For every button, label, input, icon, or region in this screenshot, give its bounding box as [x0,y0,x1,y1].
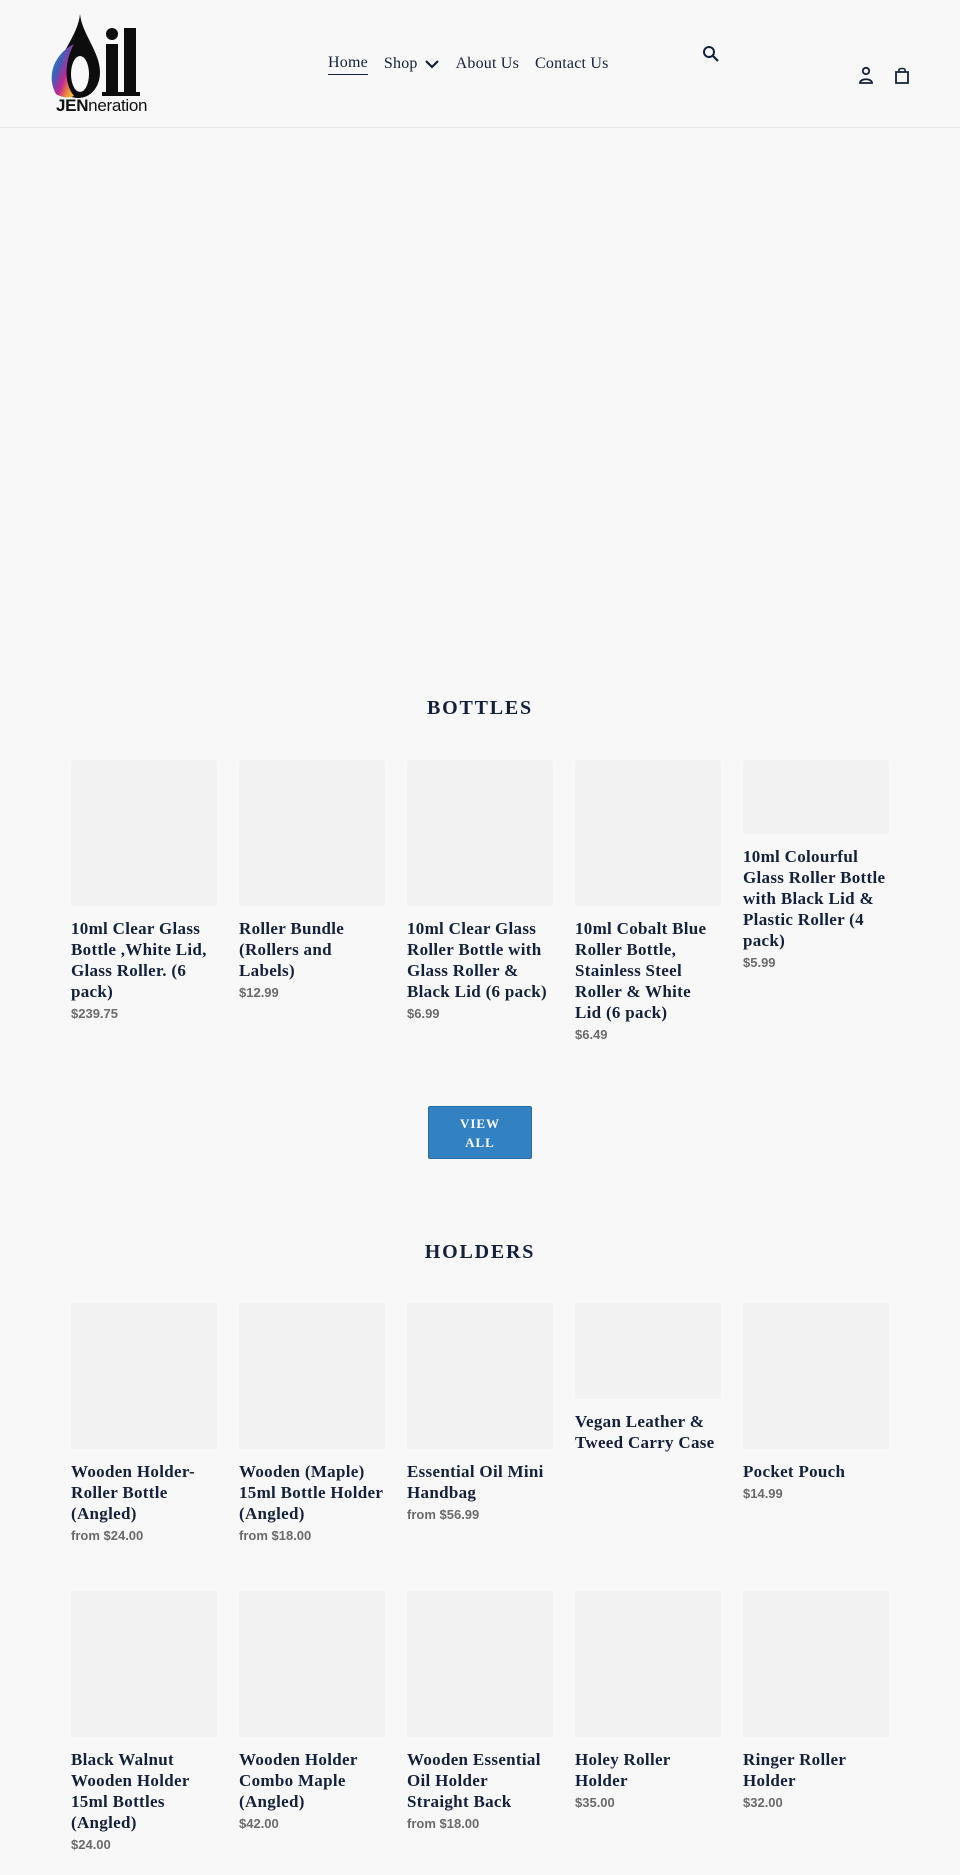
product-price: $6.99 [407,1006,440,1021]
product-image-placeholder [407,1303,553,1449]
account-button[interactable] [857,66,875,86]
product-image-placeholder [743,1303,889,1449]
nav-home-label: Home [328,52,368,75]
product-image-placeholder [575,1303,721,1399]
product-image-placeholder [71,1303,217,1449]
nav-contact-us[interactable]: Contact Us [527,52,617,75]
logo-wordmark-bold: JEN [56,96,89,115]
product-card[interactable]: Vegan Leather & Tweed Carry Case [575,1303,721,1453]
product-image-placeholder [575,1591,721,1737]
product-title: Black Walnut Wooden Holder 15ml Bottles … [71,1750,190,1832]
product-title: 10ml Clear Glass Roller Bottle with Glas… [407,919,548,1001]
product-card[interactable]: Wooden Holder Combo Maple (Angled) $42.0… [239,1591,385,1833]
product-card[interactable]: 10ml Clear Glass Roller Bottle with Glas… [407,760,553,1023]
product-price: from $18.00 [407,1816,480,1831]
product-card[interactable]: 10ml Cobalt Blue Roller Bottle, Stainles… [575,760,721,1044]
view-all-label-line1: VIEW [459,1116,501,1131]
product-image-placeholder [407,760,553,906]
nav-about-label: About Us [455,54,519,72]
product-price: $35.00 [575,1795,615,1810]
product-price: from $56.99 [407,1507,480,1522]
product-card[interactable]: Wooden (Maple) 15ml Bottle Holder (Angle… [239,1303,385,1545]
logo-wordmark: JENneration [56,96,148,116]
nav-home[interactable]: Home [320,52,376,75]
product-title: Roller Bundle (Rollers and Labels) [239,919,345,980]
product-image-placeholder [71,1591,217,1737]
cart-button[interactable] [893,66,911,86]
product-price: $6.49 [575,1027,608,1042]
product-image-placeholder [743,760,889,834]
product-title: 10ml Cobalt Blue Roller Bottle, Stainles… [575,919,707,1022]
product-image-placeholder [743,1591,889,1737]
product-image-placeholder [71,760,217,906]
chevron-down-icon [424,59,439,69]
view-all-bottles-button[interactable]: VIEW ALL [428,1106,532,1159]
product-title: Wooden (Maple) 15ml Bottle Holder (Angle… [239,1462,383,1523]
product-image-placeholder [239,760,385,906]
product-card[interactable]: Roller Bundle (Rollers and Labels) $12.9… [239,760,385,1002]
product-image-placeholder [407,1591,553,1737]
product-price: $42.00 [239,1816,279,1831]
product-image-placeholder [239,1591,385,1737]
main-nav: Home Shop About Us Contact Us [320,52,617,75]
search-icon [703,46,719,62]
nav-contact-label: Contact Us [535,54,609,72]
bottles-section-title: BOTTLES [427,697,533,719]
product-card[interactable]: Pocket Pouch $14.99 [743,1303,889,1503]
product-card[interactable]: Wooden Holder- Roller Bottle (Angled) fr… [71,1303,217,1545]
product-card[interactable]: 10ml Colourful Glass Roller Bottle with … [743,760,889,972]
product-card[interactable]: Essential Oil Mini Handbag from $56.99 [407,1303,553,1524]
product-price: $12.99 [239,985,279,1000]
product-title: Essential Oil Mini Handbag [407,1462,544,1502]
product-title: Holey Roller Holder [575,1750,671,1790]
product-title: Vegan Leather & Tweed Carry Case [575,1412,715,1452]
nav-shop-label: Shop [383,54,418,72]
product-price: $32.00 [743,1795,783,1810]
hero-banner-placeholder [0,129,960,649]
product-title: Ringer Roller Holder [743,1750,846,1790]
product-image-placeholder [239,1303,385,1449]
product-price: $239.75 [71,1006,118,1021]
product-price: $24.00 [71,1837,111,1852]
product-price: $14.99 [743,1486,783,1501]
product-title: Pocket Pouch [743,1462,846,1481]
product-title: 10ml Colourful Glass Roller Bottle with … [743,847,886,950]
nav-shop[interactable]: Shop [376,52,448,75]
product-price: $5.99 [743,955,776,970]
search-button[interactable] [702,45,720,63]
product-card[interactable]: Holey Roller Holder $35.00 [575,1591,721,1812]
product-title: Wooden Holder Combo Maple (Angled) [239,1750,358,1811]
nav-about-us[interactable]: About Us [448,52,527,75]
account-icon [859,66,873,84]
product-title: Wooden Holder- Roller Bottle (Angled) [71,1462,195,1523]
logo-wordmark-rest: neration [88,96,148,115]
product-title: Wooden Essential Oil Holder Straight Bac… [407,1750,541,1811]
cart-icon [895,67,909,84]
product-title: 10ml Clear Glass Bottle ,White Lid, Glas… [71,919,207,1001]
product-card[interactable]: Black Walnut Wooden Holder 15ml Bottles … [71,1591,217,1854]
product-image-placeholder [575,760,721,906]
product-price: from $18.00 [239,1528,312,1543]
product-price: from $24.00 [71,1528,144,1543]
product-card[interactable]: Ringer Roller Holder $32.00 [743,1591,889,1812]
view-all-label-line2: ALL [465,1135,495,1150]
holders-section-title: HOLDERS [424,1241,536,1263]
product-card[interactable]: 10ml Clear Glass Bottle ,White Lid, Glas… [71,760,217,1023]
product-card[interactable]: Wooden Essential Oil Holder Straight Bac… [407,1591,553,1833]
site-header: JENneration Home Shop About Us Contact U… [0,0,960,128]
